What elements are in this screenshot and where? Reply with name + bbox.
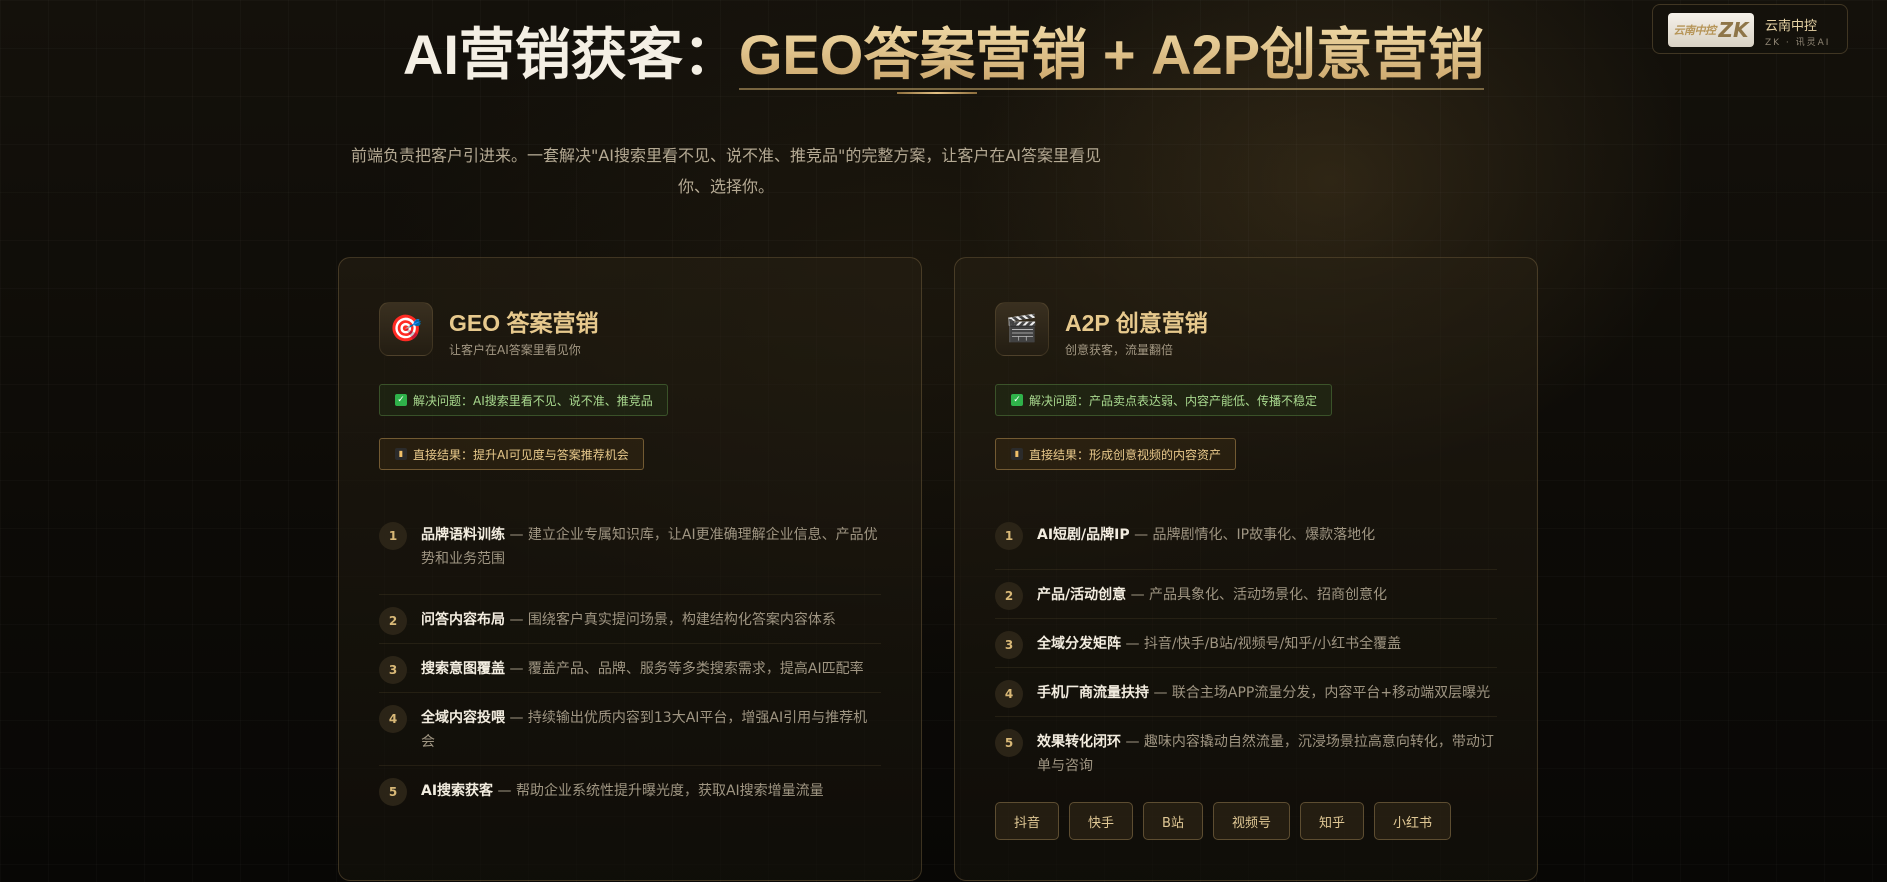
step-number: 5 <box>995 729 1023 757</box>
list-item: 3 搜索意图覆盖 — 覆盖产品、品牌、服务等多类搜索需求，提高AI匹配率 <box>379 643 881 692</box>
page-subtitle: 前端负责把客户引进来。一套解决"AI搜索里看不见、说不准、推竞品"的完整方案，让… <box>350 146 1102 196</box>
item-desc: — 联合主场APP流量分发，内容平台+移动端双层曝光 <box>1149 685 1491 701</box>
step-number: 5 <box>379 778 407 806</box>
platform-tags: 抖音 快手 B站 视频号 知乎 小红书 <box>995 802 1451 840</box>
tag-zhihu[interactable]: 知乎 <box>1299 802 1364 840</box>
card-subtitle: 让客户在AI答案里看见你 <box>449 343 581 357</box>
item-title: 搜索意图覆盖 <box>421 661 505 677</box>
item-text: 手机厂商流量扶持 — 联合主场APP流量分发，内容平台+移动端双层曝光 <box>1037 678 1497 705</box>
item-title: 全域分发矩阵 <box>1037 636 1121 652</box>
list-item: 2 产品/活动创意 — 产品具象化、活动场景化、招商创意化 <box>995 569 1497 618</box>
list-item: 1 品牌语料训练 — 建立企业专属知识库，让AI更准确理解企业信息、产品优势和业… <box>379 520 881 594</box>
check-icon: ✓ <box>1011 394 1023 406</box>
feature-list: 1 品牌语料训练 — 建立企业专属知识库，让AI更准确理解企业信息、产品优势和业… <box>379 520 881 814</box>
item-text: 品牌语料训练 — 建立企业专属知识库，让AI更准确理解企业信息、产品优势和业务范… <box>421 520 881 571</box>
page-title: AI营销获客：GEO答案营销 + A2P创意营销 <box>0 10 1887 91</box>
item-title: 全域内容投喂 <box>421 710 505 726</box>
a2p-card: 🎬 A2P 创意营销 创意获客，流量翻倍 ✓ 解决问题：产品卖点表达弱、内容产能… <box>954 257 1538 881</box>
item-title: 手机厂商流量扶持 <box>1037 685 1149 701</box>
tag-kuaishou[interactable]: 快手 <box>1069 802 1134 840</box>
bar-chart-icon: ▮ <box>1011 448 1023 460</box>
item-title: AI搜索获客 <box>421 783 494 799</box>
list-item: 5 效果转化闭环 — 趣味内容撬动自然流量，沉浸场景拉高意向转化，带动订单与咨询 <box>995 716 1497 789</box>
item-text: 全域分发矩阵 — 抖音/快手/B站/视频号/知乎/小红书全覆盖 <box>1037 629 1497 656</box>
item-text: AI搜索获客 — 帮助企业系统性提升曝光度，获取AI搜索增量流量 <box>421 776 881 803</box>
item-title: 效果转化闭环 <box>1037 734 1121 750</box>
list-item: 5 AI搜索获客 — 帮助企业系统性提升曝光度，获取AI搜索增量流量 <box>379 765 881 814</box>
step-number: 2 <box>379 607 407 635</box>
tag-shipinhao[interactable]: 视频号 <box>1212 802 1290 840</box>
item-desc: — 帮助企业系统性提升曝光度，获取AI搜索增量流量 <box>493 783 824 799</box>
item-title: 问答内容布局 <box>421 612 505 628</box>
item-text: 产品/活动创意 — 产品具象化、活动场景化、招商创意化 <box>1037 580 1497 607</box>
step-number: 3 <box>379 656 407 684</box>
card-subtitle: 创意获客，流量翻倍 <box>1065 343 1174 357</box>
step-number: 1 <box>379 522 407 550</box>
geo-card: 🎯 GEO 答案营销 让客户在AI答案里看见你 ✓ 解决问题：AI搜索里看不见、… <box>338 257 922 881</box>
problem-text: 解决问题：产品卖点表达弱、内容产能低、传播不稳定 <box>1029 393 1318 408</box>
list-item: 2 问答内容布局 — 围绕客户真实提问场景，构建结构化答案内容体系 <box>379 594 881 643</box>
step-number: 4 <box>379 705 407 733</box>
item-title: 产品/活动创意 <box>1037 587 1127 603</box>
page-title-highlight: GEO答案营销 + A2P创意营销 <box>738 23 1485 90</box>
tag-xiaohongshu[interactable]: 小红书 <box>1373 802 1451 840</box>
step-number: 3 <box>995 631 1023 659</box>
item-text: 全域内容投喂 — 持续输出优质内容到13大AI平台，增强AI引用与推荐机会 <box>421 703 881 754</box>
list-item: 3 全域分发矩阵 — 抖音/快手/B站/视频号/知乎/小红书全覆盖 <box>995 618 1497 667</box>
bar-chart-icon: ▮ <box>395 448 407 460</box>
result-badge: ▮ 直接结果：提升AI可见度与答案推荐机会 <box>379 438 644 470</box>
item-text: 效果转化闭环 — 趣味内容撬动自然流量，沉浸场景拉高意向转化，带动订单与咨询 <box>1037 727 1497 778</box>
feature-list: 1 AI短剧/品牌IP — 品牌剧情化、IP故事化、爆款落地化 2 产品/活动创… <box>995 520 1497 789</box>
list-item: 4 手机厂商流量扶持 — 联合主场APP流量分发，内容平台+移动端双层曝光 <box>995 667 1497 716</box>
item-desc: — 抖音/快手/B站/视频号/知乎/小红书全覆盖 <box>1121 636 1402 652</box>
item-desc: — 产品具象化、活动场景化、招商创意化 <box>1126 587 1388 603</box>
item-title: 品牌语料训练 <box>421 527 505 543</box>
item-desc: — 覆盖产品、品牌、服务等多类搜索需求，提高AI匹配率 <box>505 661 864 677</box>
card-title: GEO 答案营销 <box>449 310 599 336</box>
clapperboard-icon: 🎬 <box>995 302 1049 356</box>
tag-bilibili[interactable]: B站 <box>1143 802 1203 840</box>
check-icon: ✓ <box>395 394 407 406</box>
problem-badge: ✓ 解决问题：产品卖点表达弱、内容产能低、传播不稳定 <box>995 384 1333 416</box>
step-number: 2 <box>995 582 1023 610</box>
step-number: 4 <box>995 680 1023 708</box>
item-title: AI短剧/品牌IP <box>1037 527 1130 543</box>
list-item: 1 AI短剧/品牌IP — 品牌剧情化、IP故事化、爆款落地化 <box>995 520 1497 569</box>
tag-douyin[interactable]: 抖音 <box>995 802 1060 840</box>
step-number: 1 <box>995 522 1023 550</box>
result-badge: ▮ 直接结果：形成创意视频的内容资产 <box>995 438 1237 470</box>
list-item: 4 全域内容投喂 — 持续输出优质内容到13大AI平台，增强AI引用与推荐机会 <box>379 692 881 765</box>
item-desc: — 围绕客户真实提问场景，构建结构化答案内容体系 <box>505 612 836 628</box>
item-text: 搜索意图覆盖 — 覆盖产品、品牌、服务等多类搜索需求，提高AI匹配率 <box>421 654 881 681</box>
page-title-prefix: AI营销获客： <box>402 23 739 86</box>
result-text: 直接结果：提升AI可见度与答案推荐机会 <box>413 447 629 462</box>
result-text: 直接结果：形成创意视频的内容资产 <box>1029 447 1222 462</box>
card-title: A2P 创意营销 <box>1065 310 1208 336</box>
item-desc: — 品牌剧情化、IP故事化、爆款落地化 <box>1129 527 1376 543</box>
target-icon: 🎯 <box>379 302 433 356</box>
title-divider <box>897 92 977 94</box>
item-text: 问答内容布局 — 围绕客户真实提问场景，构建结构化答案内容体系 <box>421 605 881 632</box>
problem-badge: ✓ 解决问题：AI搜索里看不见、说不准、推竞品 <box>379 384 668 416</box>
problem-text: 解决问题：AI搜索里看不见、说不准、推竞品 <box>413 393 653 408</box>
item-text: AI短剧/品牌IP — 品牌剧情化、IP故事化、爆款落地化 <box>1037 520 1497 547</box>
